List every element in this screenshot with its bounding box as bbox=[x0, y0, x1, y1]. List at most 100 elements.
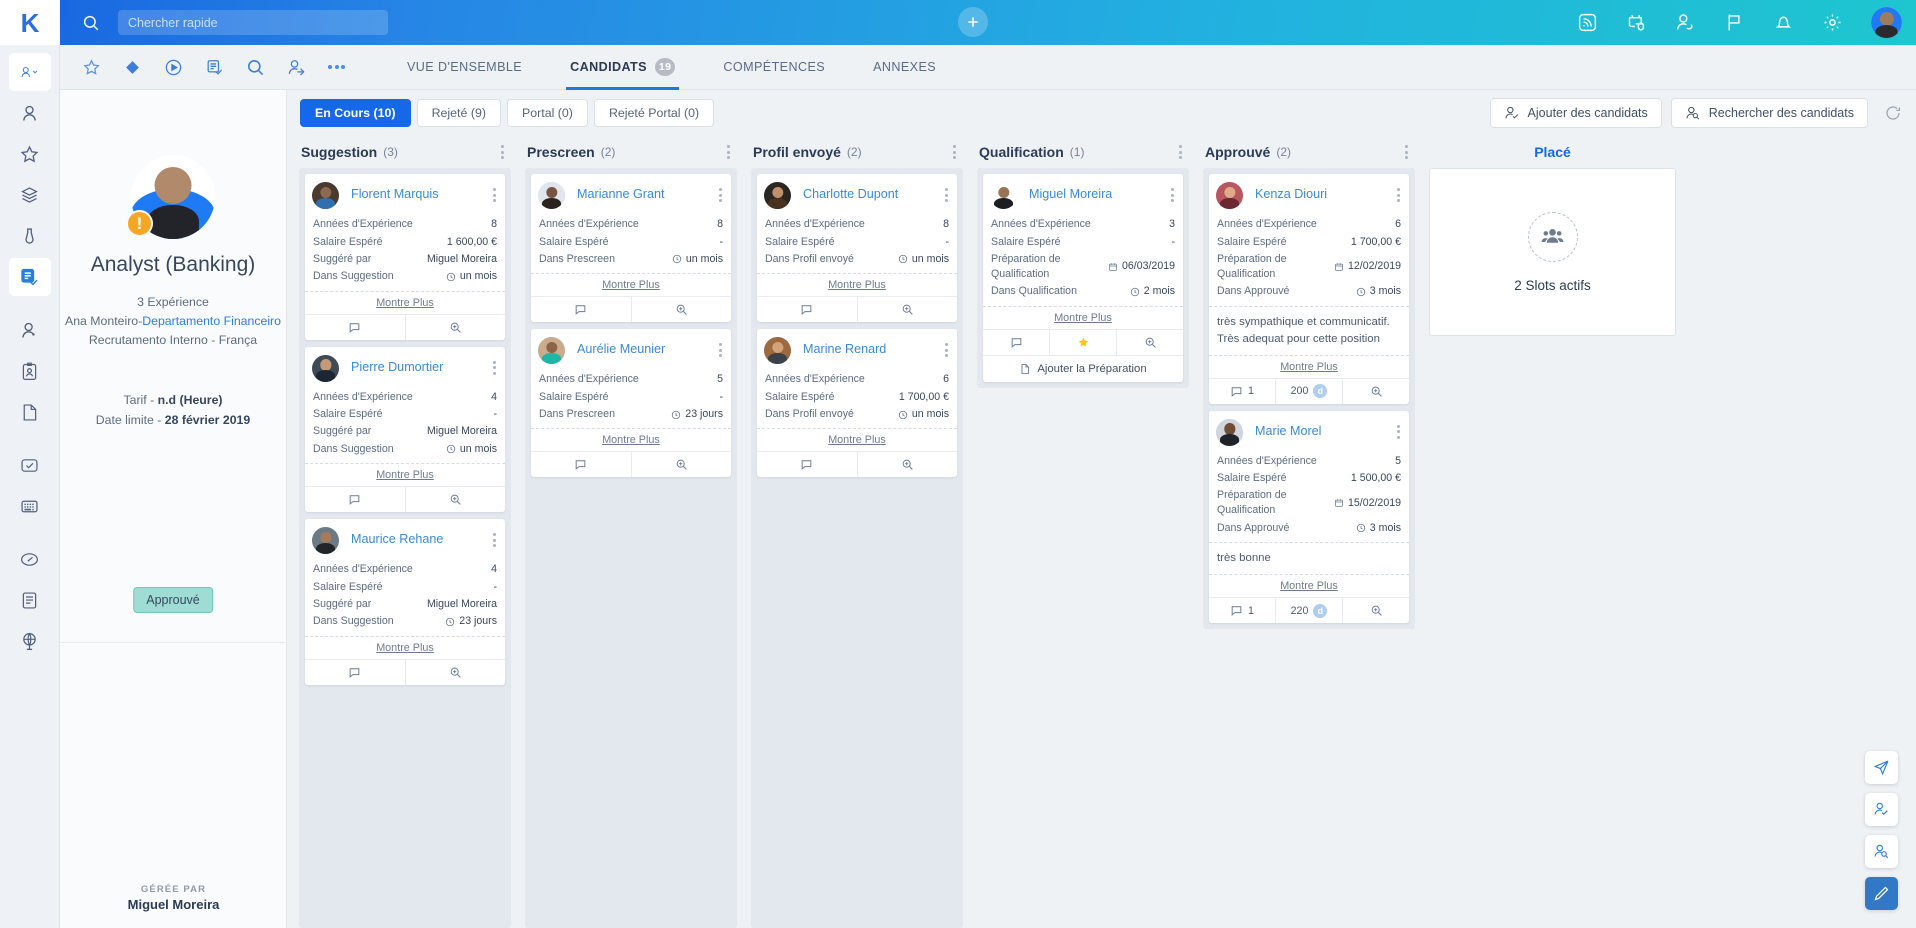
card-menu-icon[interactable] bbox=[942, 340, 951, 360]
comment-button[interactable] bbox=[531, 297, 632, 323]
column-menu-icon[interactable] bbox=[1176, 142, 1185, 162]
sidebar-item-calculator[interactable] bbox=[9, 487, 51, 525]
card-menu-icon[interactable] bbox=[490, 358, 499, 378]
candidate-name[interactable]: Marie Morel bbox=[1255, 424, 1321, 438]
status-badge[interactable]: Approuvé bbox=[133, 587, 213, 613]
candidate-card[interactable]: Maurice Rehane Années d'Expérience 4 Sala… bbox=[305, 519, 505, 685]
add-person-button[interactable] bbox=[1865, 793, 1898, 826]
comment-button[interactable]: 1 bbox=[1209, 598, 1276, 623]
candidate-card[interactable]: Marine Renard Années d'Expérience 6 Salai… bbox=[757, 329, 958, 478]
diamond-icon[interactable] bbox=[123, 58, 142, 77]
preview-button[interactable] bbox=[1117, 330, 1183, 355]
sidebar-item-contact[interactable] bbox=[9, 311, 51, 349]
show-more-link[interactable]: Montre Plus bbox=[757, 273, 957, 296]
tab-competences[interactable]: COMPÉTENCES bbox=[699, 45, 849, 90]
calendar-icon[interactable] bbox=[1626, 12, 1647, 33]
filter-rejete-portal[interactable]: Rejeté Portal (0) bbox=[593, 99, 715, 127]
card-menu-icon[interactable] bbox=[942, 185, 951, 205]
sidebar-item-report[interactable] bbox=[9, 581, 51, 619]
comment-button[interactable] bbox=[531, 452, 632, 478]
comment-button[interactable]: 1 bbox=[1209, 378, 1276, 404]
card-menu-icon[interactable] bbox=[1394, 185, 1403, 205]
search-icon[interactable] bbox=[246, 58, 265, 77]
preview-button[interactable] bbox=[406, 487, 506, 512]
job-department-link[interactable]: Departamento Financeiro bbox=[142, 314, 281, 328]
column-menu-icon[interactable] bbox=[498, 142, 507, 162]
rss-icon[interactable] bbox=[1577, 12, 1598, 33]
placed-slots-card[interactable]: 2 Slots actifs bbox=[1429, 168, 1676, 336]
candidate-name[interactable]: Kenza Diouri bbox=[1255, 187, 1327, 201]
card-menu-icon[interactable] bbox=[716, 185, 725, 205]
app-logo[interactable]: K bbox=[0, 0, 60, 45]
sidebar-item-gauge[interactable] bbox=[9, 540, 51, 578]
edit-button[interactable] bbox=[1865, 877, 1898, 910]
refresh-icon[interactable] bbox=[1884, 104, 1902, 122]
candidate-card[interactable]: Florent Marquis Années d'Expérience 8 Sal… bbox=[305, 174, 505, 340]
card-menu-icon[interactable] bbox=[716, 340, 725, 360]
show-more-link[interactable]: Montre Plus bbox=[1209, 354, 1409, 378]
gear-icon[interactable] bbox=[1822, 12, 1843, 33]
search-person-button[interactable] bbox=[1865, 835, 1898, 868]
show-more-link[interactable]: Montre Plus bbox=[305, 463, 505, 486]
candidate-card[interactable]: Miguel Moreira Années d'Expérience 3 Sala… bbox=[983, 174, 1183, 382]
card-menu-icon[interactable] bbox=[490, 530, 499, 550]
sidebar-item-jobs[interactable] bbox=[8, 258, 51, 296]
preview-button[interactable] bbox=[858, 452, 958, 477]
show-more-link[interactable]: Montre Plus bbox=[757, 428, 957, 451]
search-candidates-button[interactable]: Rechercher des candidats bbox=[1670, 98, 1868, 128]
preview-button[interactable] bbox=[406, 660, 506, 685]
card-menu-icon[interactable] bbox=[1394, 422, 1403, 442]
filter-rejete[interactable]: Rejeté (9) bbox=[416, 99, 501, 127]
star-icon[interactable] bbox=[82, 58, 101, 77]
candidate-name[interactable]: Pierre Dumortier bbox=[351, 360, 443, 374]
comment-button[interactable] bbox=[305, 659, 406, 685]
bell-icon[interactable] bbox=[1773, 12, 1794, 33]
filter-en-cours[interactable]: En Cours (10) bbox=[300, 99, 411, 127]
column-menu-icon[interactable] bbox=[1402, 142, 1411, 162]
show-more-link[interactable]: Montre Plus bbox=[1209, 574, 1409, 597]
flag-icon[interactable] bbox=[1724, 12, 1745, 33]
person-search-icon[interactable] bbox=[287, 58, 306, 77]
candidate-card[interactable]: Pierre Dumortier Années d'Expérience 4 Sa… bbox=[305, 346, 506, 512]
candidate-name[interactable]: Charlotte Dupont bbox=[803, 187, 898, 201]
candidate-name[interactable]: Maurice Rehane bbox=[351, 532, 443, 546]
show-more-link[interactable]: Montre Plus bbox=[983, 305, 1183, 329]
column-menu-icon[interactable] bbox=[950, 142, 959, 162]
candidate-card[interactable]: Charlotte Dupont Années d'Expérience 8 Sa… bbox=[757, 174, 958, 323]
tab-candidats[interactable]: CANDIDATS 19 bbox=[546, 45, 699, 90]
filter-portal[interactable]: Portal (0) bbox=[506, 99, 588, 127]
candidate-card[interactable]: Aurélie Meunier Années d'Expérience 5 Sal… bbox=[531, 329, 731, 478]
candidate-name[interactable]: Marianne Grant bbox=[577, 187, 665, 201]
add-candidates-button[interactable]: Ajouter des candidats bbox=[1489, 98, 1662, 128]
score-button[interactable]: 200 d bbox=[1276, 378, 1343, 404]
tab-vue-densemble[interactable]: VUE D'ENSEMBLE bbox=[383, 45, 546, 90]
show-more-link[interactable]: Montre Plus bbox=[305, 635, 505, 659]
play-circle-icon[interactable] bbox=[164, 58, 183, 77]
sidebar-item-document[interactable] bbox=[9, 393, 51, 431]
tab-annexes[interactable]: ANNEXES bbox=[849, 45, 960, 90]
candidate-card[interactable]: Marianne Grant Années d'Expérience 8 Sala… bbox=[531, 174, 731, 323]
sidebar-item-approval[interactable] bbox=[9, 446, 51, 484]
sidebar-item-layers[interactable] bbox=[9, 176, 51, 214]
comment-button[interactable] bbox=[757, 297, 858, 323]
preview-button[interactable] bbox=[1343, 598, 1409, 623]
sidebar-item-person-dropdown[interactable] bbox=[8, 53, 51, 91]
candidate-card[interactable]: Kenza Diouri Années d'Expérience 6 Salair… bbox=[1209, 174, 1409, 404]
preview-button[interactable] bbox=[1343, 379, 1409, 404]
preview-button[interactable] bbox=[858, 297, 958, 322]
column-menu-icon[interactable] bbox=[724, 142, 733, 162]
candidate-name[interactable]: Miguel Moreira bbox=[1029, 187, 1112, 201]
send-button[interactable] bbox=[1865, 751, 1898, 784]
add-preparation-button[interactable]: Ajouter la Préparation bbox=[983, 354, 1183, 382]
add-person-icon[interactable] bbox=[1675, 12, 1696, 33]
avatar[interactable] bbox=[1871, 7, 1902, 38]
show-more-link[interactable]: Montre Plus bbox=[305, 290, 505, 314]
favorite-button[interactable] bbox=[1050, 329, 1117, 355]
sidebar-item-tie[interactable] bbox=[9, 217, 51, 255]
score-button[interactable]: 220 d bbox=[1276, 598, 1343, 623]
sidebar-item-badge[interactable] bbox=[9, 352, 51, 390]
candidate-name[interactable]: Aurélie Meunier bbox=[577, 342, 665, 356]
preview-button[interactable] bbox=[406, 315, 506, 340]
sidebar-item-globe[interactable] bbox=[9, 622, 51, 660]
comment-button[interactable] bbox=[983, 329, 1050, 355]
